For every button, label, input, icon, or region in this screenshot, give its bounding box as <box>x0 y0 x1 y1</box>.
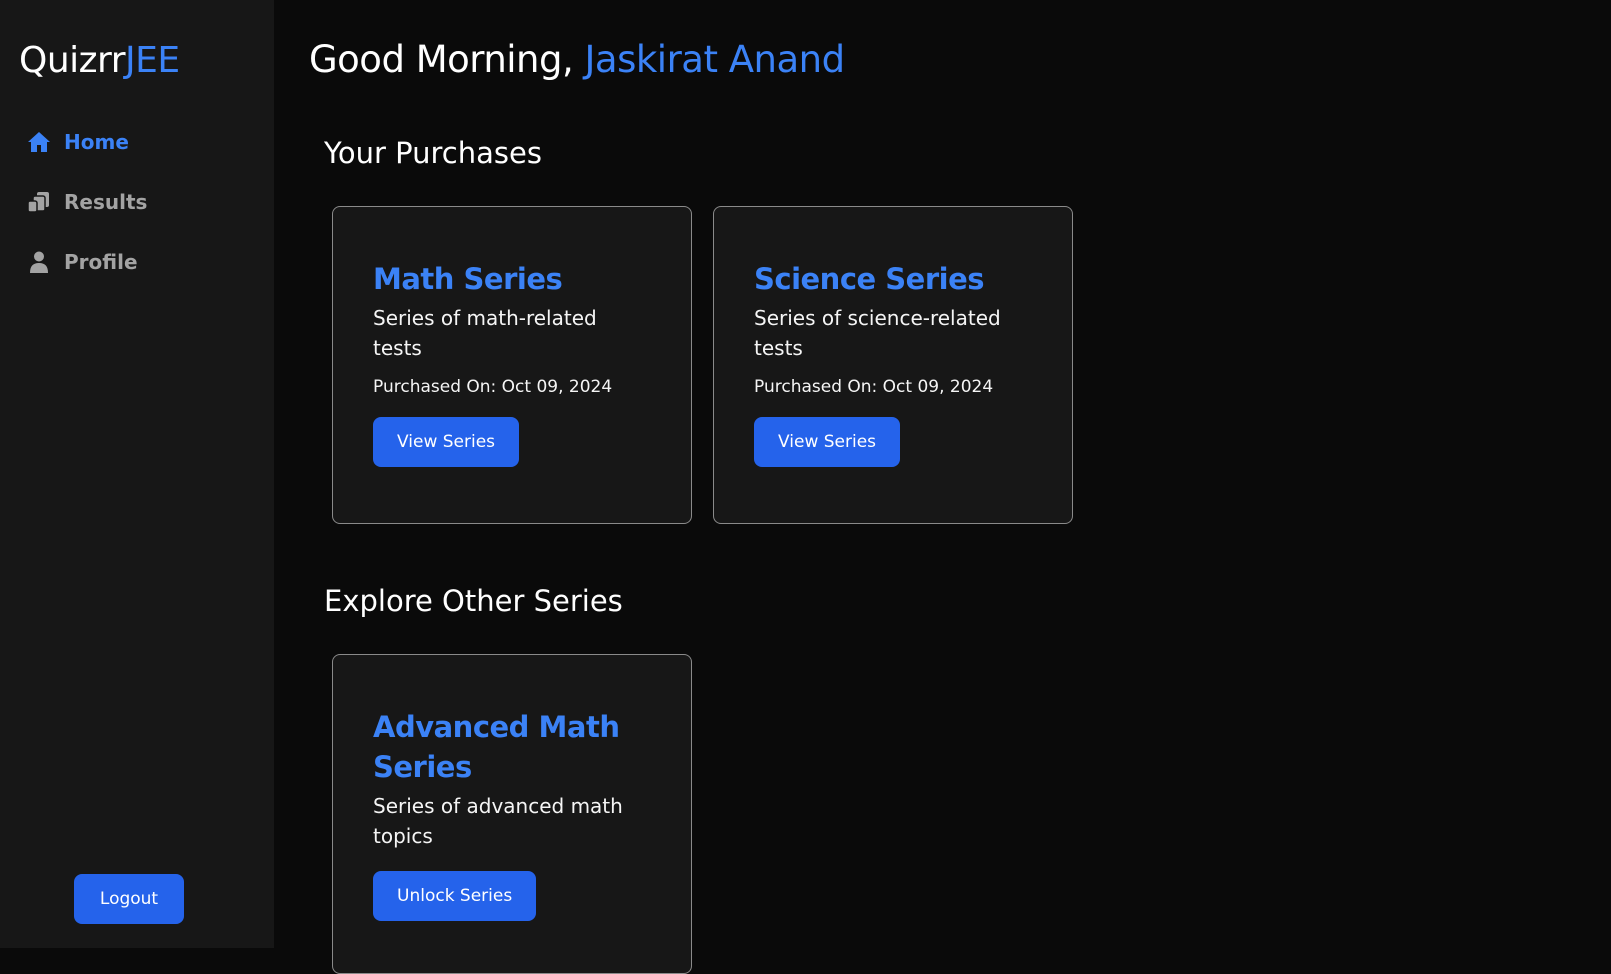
user-icon <box>26 249 52 275</box>
sidebar-item-home[interactable]: Home <box>26 124 147 160</box>
unlock-series-button[interactable]: Unlock Series <box>373 871 537 921</box>
sidebar-item-label: Home <box>64 130 129 154</box>
card-description: Series of math-related tests <box>373 306 597 360</box>
section-title-purchases: Your Purchases <box>324 136 542 170</box>
view-series-button[interactable]: View Series <box>373 417 520 467</box>
card-purchase-date: Purchased On: Oct 09, 2024 <box>373 377 613 397</box>
sidebar-nav: Home Results Profile <box>26 124 147 304</box>
card-title: Advanced Math Series <box>373 710 620 784</box>
view-series-button[interactable]: View Series <box>754 417 901 467</box>
sidebar-item-label: Results <box>64 190 148 214</box>
sidebar-item-label: Profile <box>64 250 138 274</box>
sidebar: QuizrrJEE Home Results Profile Logout <box>0 0 274 948</box>
series-card-math: Math Series Series of math-related tests… <box>332 206 692 524</box>
app-logo[interactable]: QuizrrJEE <box>19 40 180 81</box>
card-description: Series of advanced math topics <box>373 794 623 848</box>
page-title: Good Morning, Jaskirat Anand <box>309 38 845 81</box>
greeting-text: Good Morning, <box>309 38 574 81</box>
home-icon <box>26 129 52 155</box>
card-purchase-date: Purchased On: Oct 09, 2024 <box>754 377 994 397</box>
logo-text: Quizrr <box>19 40 126 81</box>
card-description: Series of science-related tests <box>754 306 1001 360</box>
sidebar-item-results[interactable]: Results <box>26 184 147 220</box>
card-title: Science Series <box>754 262 985 296</box>
main-content: Good Morning, Jaskirat Anand Your Purcha… <box>274 0 1611 974</box>
logo-accent-text: JEE <box>125 40 180 81</box>
series-card-advanced-math: Advanced Math Series Series of advanced … <box>332 654 692 974</box>
results-icon <box>26 189 52 215</box>
sidebar-item-profile[interactable]: Profile <box>26 244 147 280</box>
card-title: Math Series <box>373 262 563 296</box>
user-name: Jaskirat Anand <box>584 38 846 81</box>
logout-button[interactable]: Logout <box>74 874 184 924</box>
section-title-explore: Explore Other Series <box>324 584 623 618</box>
series-card-science: Science Series Series of science-related… <box>713 206 1073 524</box>
